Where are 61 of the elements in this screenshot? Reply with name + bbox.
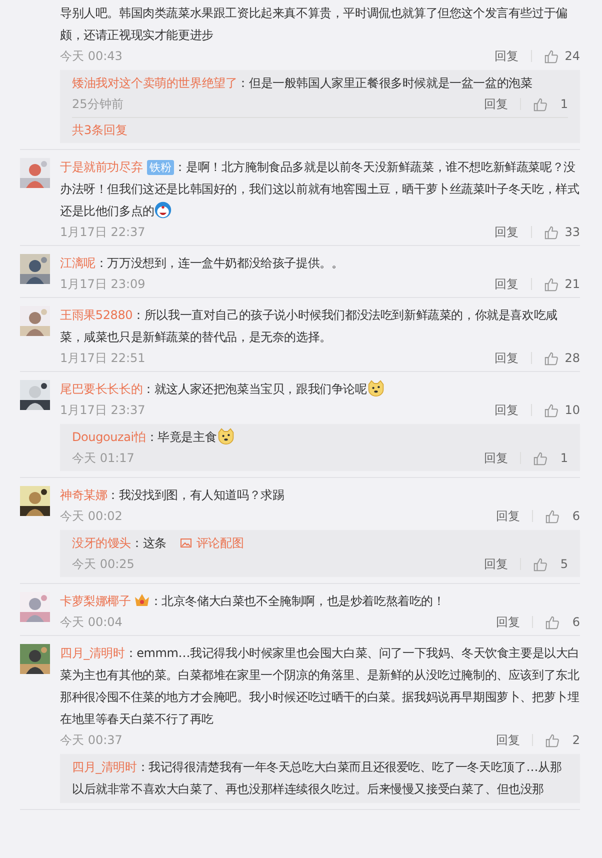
thumbs-up-icon [544,276,559,292]
reply-link[interactable]: 回复 [484,556,508,572]
like-count: 10 [564,403,580,417]
comment-text: 尾巴要长长长的：就这人家还把泡菜当宝贝，跟我们争论呢 [60,378,580,400]
like-count: 21 [564,277,580,291]
dog-face-icon [216,427,235,445]
reply-link[interactable]: 回复 [494,402,519,418]
like-count: 28 [564,351,580,365]
comment-time: 今天 00:43 [60,48,122,64]
comment-time: 今天 01:17 [72,450,134,466]
like-count: 1 [559,97,568,111]
reply-text: 矮油我对这个卖萌的世界绝望了：但是一般韩国人家里正餐很多时候就是一盆一盆的泡菜 [72,75,534,92]
like-count: 2 [571,733,580,747]
comment-time: 今天 00:04 [60,614,122,630]
like-count: 33 [564,225,580,239]
thumbs-up-icon [544,224,559,240]
comment-time: 1月17日 23:37 [60,402,146,418]
comment-text: 神奇某娜：我没找到图，有人知道吗？求踢 [60,487,286,504]
reply-link[interactable]: 回复 [484,96,508,112]
comment-text: 导别人吧。韩国肉类蔬菜水果跟工资比起来真不算贵，平时调侃也就算了但您这个发言有些过于偏颇，还请正视现实才能更进步 [60,5,568,44]
reply-link[interactable]: 回复 [494,350,519,366]
thumbs-up-icon [533,556,548,572]
like-count: 1 [559,451,568,465]
cartoon-face-icon [154,201,172,219]
crown-icon [134,593,150,607]
reply-link[interactable]: 回复 [484,450,508,466]
reply-link[interactable]: 回复 [494,48,519,64]
comment-time: 1月17日 23:09 [60,276,146,292]
thumbs-up-icon [544,350,559,366]
comment-text: 王雨果52880：所以我一直对自己的孩子说小时候我们都没法吃到新鲜蔬菜的，你就是喜欢吃咸菜，咸菜也只是新鲜蔬菜的替代品，是无奈的选择。 [60,307,558,346]
comment-time: 今天 00:25 [72,556,134,572]
reply-link[interactable]: 回复 [496,508,520,524]
comment-time: 1月17日 22:37 [60,224,146,240]
reply-text: 没牙的馒头：这条 评论配图 [72,532,568,554]
image-icon [180,537,192,549]
thumbs-up-icon [533,96,548,112]
thumbs-up-icon [544,48,559,64]
thumbs-up-icon [544,402,559,418]
dog-face-icon [366,379,385,397]
like-count: 24 [564,49,580,63]
comment-time: 1月17日 22:51 [60,350,146,366]
comment-time: 今天 00:02 [60,508,122,524]
like-count: 6 [571,615,580,629]
reply-text: 四月_清明时：我记得很清楚我有一年冬天总吃大白菜而且还很爱吃、吃了一冬天吃顶了…从那以后就非常不喜欢大白菜了、再也没那样连续很久吃过。后来慢慢又接受白菜了、但也没那 [72,759,563,798]
comment-text: 四月_清明时：emmm…我记得我小时候家里也会囤大白菜、问了一下我妈、冬天饮食主要是以大白菜为主也有其他的菜。白菜都堆在家里一个阴凉的角落里、是新鲜的从没吃过腌制的、应该到了东北那种很冷囤不住菜的地方才会腌吧。我小时候还吃过晒干的白菜。据我妈说再早期囤萝卜、把萝卜埋在地里等春天白菜不行了再吃 [60,645,580,728]
reply-link[interactable]: 回复 [496,614,520,630]
thumbs-up-icon [545,508,560,524]
reply-text: Dougouzai怕：毕竟是主食 [72,426,568,448]
comment-time: 今天 00:37 [60,732,122,748]
reply-link[interactable]: 回复 [494,224,519,240]
comment-text: 卡萝梨娜椰子 ：北京冬储大白菜也不全腌制啊，也是炒着吃熬着吃的！ [60,592,446,610]
like-count: 5 [559,557,568,571]
thumbs-up-icon [533,450,548,466]
reply-link[interactable]: 回复 [494,276,519,292]
reply-link[interactable]: 回复 [496,732,520,748]
thumbs-up-icon [545,614,560,630]
thumbs-up-icon [545,732,560,748]
comment-text: 江漓呢：万万没想到，连一盒牛奶都没给孩子提供。。 [60,255,344,272]
comment-text: 于是就前功尽弃 铁粉 ：是啊！北方腌制食品多就是以前冬天没新鲜蔬菜，谁不想吃新鲜蔬菜呢？没办法呀！但我们这还是比韩国好的，我们这以前就有地窖囤土豆，晒干萝卜丝蔬菜叶子冬天吃，样式还是比他们多点的 [60,159,580,221]
comment-time: 25分钟前 [72,96,124,112]
like-count: 6 [571,509,580,523]
